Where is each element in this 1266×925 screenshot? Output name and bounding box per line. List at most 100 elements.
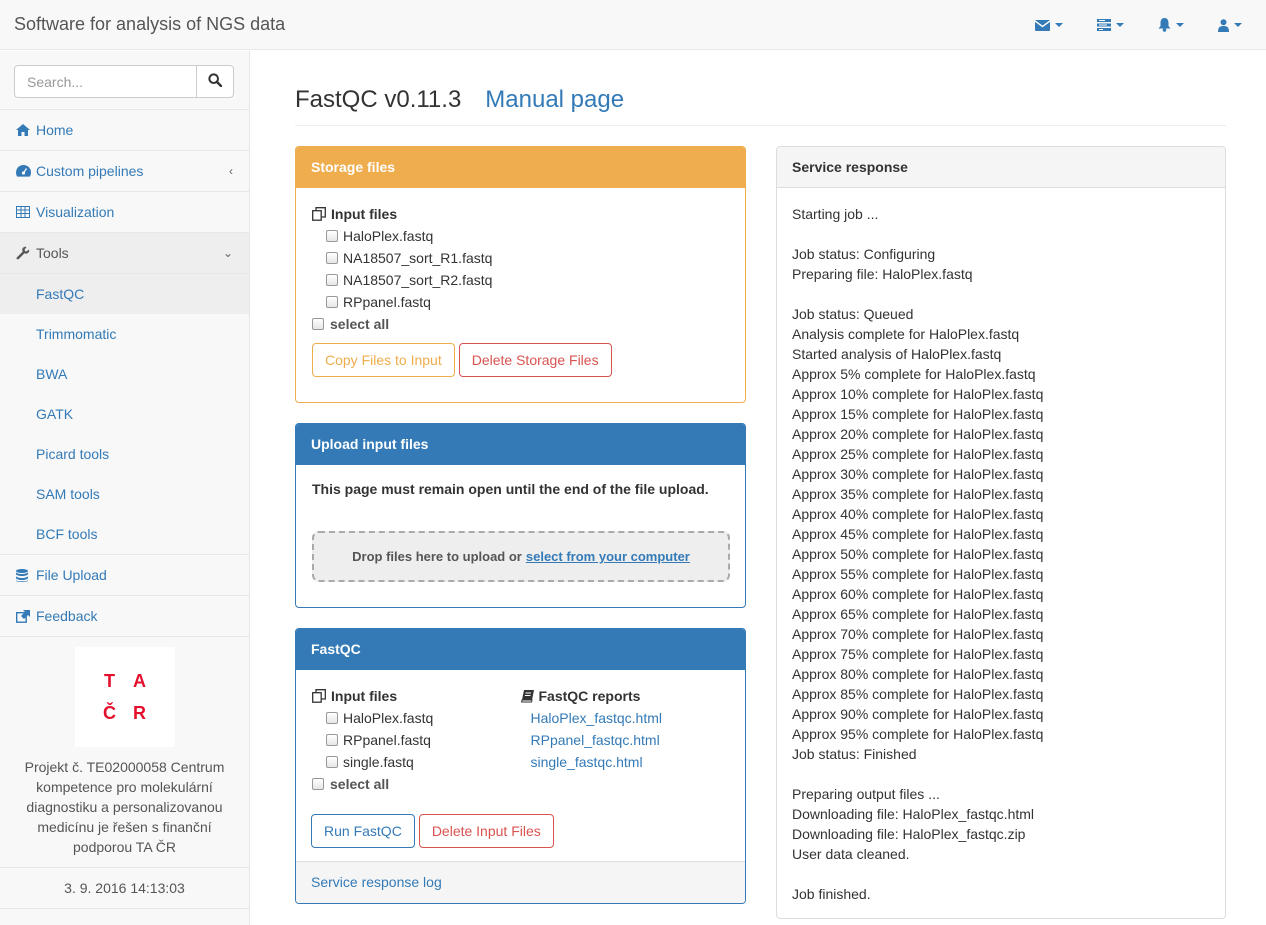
log-line: Approx 25% complete for HaloPlex.fastq [792, 446, 1044, 462]
log-line: Job status: Finished [792, 746, 917, 762]
tasks-icon [1097, 19, 1111, 31]
select-all-row: select all [312, 313, 729, 335]
sidebar-item-tools[interactable]: Tools ⌄ [0, 233, 249, 274]
list-title: Input files [331, 688, 398, 704]
sidebar-item-label: Custom pipelines [36, 163, 144, 179]
fastqc-panel: FastQC Input files HaloPlex.fastq RPpane… [295, 628, 746, 904]
delete-storage-files-button[interactable]: Delete Storage Files [458, 343, 612, 377]
envelope-icon [1035, 19, 1050, 31]
logo-letter: Č [103, 702, 116, 723]
copy-files-button[interactable]: Copy Files to Input [312, 343, 455, 377]
log-line: Started analysis of HaloPlex.fastq [792, 346, 1002, 362]
user-dropdown[interactable] [1218, 18, 1242, 32]
search-button[interactable] [196, 65, 234, 98]
select-from-computer-link[interactable]: select from your computer [526, 549, 690, 564]
file-checkbox[interactable] [326, 274, 338, 286]
log-line: Approx 95% complete for HaloPlex.fastq [792, 726, 1044, 742]
report-link[interactable]: RPpanel_fastqc.html [521, 729, 730, 751]
log-line: Approx 50% complete for HaloPlex.fastq [792, 546, 1044, 562]
sidebar-item-label: Feedback [36, 608, 98, 624]
run-fastqc-button[interactable]: Run FastQC [311, 814, 415, 848]
app-title[interactable]: Software for analysis of NGS data [14, 14, 285, 35]
select-all-label: select all [330, 316, 390, 332]
service-response-log-link[interactable]: Service response log [311, 874, 442, 890]
datetime: 3. 9. 2016 14:13:03 [0, 868, 249, 909]
chevron-down-icon [1234, 23, 1242, 27]
log-line: Approx 35% complete for HaloPlex.fastq [792, 486, 1044, 502]
wrench-icon [16, 246, 32, 260]
sidebar-item-bcf-tools[interactable]: BCF tools [0, 514, 249, 554]
sidebar-item-label: Home [36, 122, 74, 138]
page-title: FastQC v0.11.3 Manual page [295, 86, 1226, 114]
log-line: Approx 15% complete for HaloPlex.fastq [792, 406, 1044, 422]
file-row: single.fastq [312, 751, 521, 773]
panel-title: Service response [777, 147, 1225, 188]
log-line: User data cleaned. [792, 846, 910, 862]
page-title-text: FastQC v0.11.3 [295, 86, 462, 113]
log-line: Approx 65% complete for HaloPlex.fastq [792, 606, 1044, 622]
log-line: Approx 10% complete for HaloPlex.fastq [792, 386, 1044, 402]
fastqc-reports: FastQC reports HaloPlex_fastqc.html RPpa… [520, 685, 730, 795]
sidebar-item-file-upload[interactable]: File Upload [0, 555, 249, 596]
select-all-checkbox[interactable] [312, 318, 324, 330]
sidebar-item-bwa[interactable]: BWA [0, 354, 249, 394]
log-line: Approx 70% complete for HaloPlex.fastq [792, 626, 1044, 642]
sidebar-item-fastqc[interactable]: FastQC [0, 274, 249, 314]
file-checkbox[interactable] [326, 230, 338, 242]
report-link[interactable]: HaloPlex_fastqc.html [521, 707, 730, 729]
report-link[interactable]: single_fastqc.html [521, 751, 730, 773]
log-line: Job status: Configuring [792, 246, 936, 262]
messages-dropdown[interactable] [1035, 19, 1063, 31]
alerts-dropdown[interactable] [1158, 18, 1184, 32]
sidebar-item-custom-pipelines[interactable]: Custom pipelines ‹ [0, 151, 249, 192]
sidebar-item-feedback[interactable]: Feedback [0, 596, 249, 637]
log-line: Starting job ... [792, 206, 879, 222]
service-response-panel: Service response Starting job ... Job sta… [776, 146, 1226, 919]
book-icon [520, 689, 534, 703]
sidebar-item-label: Tools [36, 245, 69, 261]
log-line: Approx 75% complete for HaloPlex.fastq [792, 646, 1044, 662]
file-checkbox[interactable] [326, 296, 338, 308]
search-input[interactable] [14, 65, 196, 98]
delete-input-files-button[interactable]: Delete Input Files [418, 814, 554, 848]
file-name: single.fastq [343, 754, 414, 770]
file-row: NA18507_sort_R2.fastq [312, 269, 729, 291]
database-icon [16, 568, 32, 582]
navbar-actions [1001, 0, 1242, 50]
log-line: Approx 45% complete for HaloPlex.fastq [792, 526, 1044, 542]
chevron-left-icon: ‹ [229, 164, 233, 178]
sidebar-item-home[interactable]: Home [0, 110, 249, 151]
file-dropzone[interactable]: Drop files here to upload or select from … [312, 531, 730, 582]
sidebar-item-trimmomatic[interactable]: Trimmomatic [0, 314, 249, 354]
log-line: Approx 90% complete for HaloPlex.fastq [792, 706, 1044, 722]
dashboard-icon [16, 165, 32, 177]
manual-page-link[interactable]: Manual page [485, 86, 624, 113]
home-icon [16, 124, 32, 136]
sidebar-item-visualization[interactable]: Visualization [0, 192, 249, 233]
sidebar-item-gatk[interactable]: GATK [0, 394, 249, 434]
log-line: Approx 60% complete for HaloPlex.fastq [792, 586, 1044, 602]
tasks-dropdown[interactable] [1097, 19, 1124, 31]
response-log: Starting job ... Job status: Configuring P… [777, 188, 1225, 904]
select-all-checkbox[interactable] [312, 778, 324, 790]
file-name: NA18507_sort_R1.fastq [343, 250, 493, 266]
chevron-down-icon [1055, 23, 1063, 27]
chevron-down-icon: ⌄ [222, 246, 233, 260]
sidebar-item-picard-tools[interactable]: Picard tools [0, 434, 249, 474]
file-checkbox[interactable] [326, 252, 338, 264]
log-line: Approx 55% complete for HaloPlex.fastq [792, 566, 1044, 582]
dropzone-text: Drop files here to upload or [352, 549, 522, 564]
log-line: Downloading file: HaloPlex_fastqc.html [792, 806, 1035, 822]
panel-title: FastQC [296, 629, 745, 670]
input-files-heading: Input files [312, 685, 521, 707]
bell-icon [1158, 18, 1171, 32]
file-checkbox[interactable] [326, 712, 338, 724]
sidebar-item-sam-tools[interactable]: SAM tools [0, 474, 249, 514]
copy-icon [312, 689, 326, 703]
log-line: Preparing output files ... [792, 786, 940, 802]
log-line: Approx 80% complete for HaloPlex.fastq [792, 666, 1044, 682]
log-line: Job finished. [792, 886, 871, 902]
file-checkbox[interactable] [326, 756, 338, 768]
file-checkbox[interactable] [326, 734, 338, 746]
